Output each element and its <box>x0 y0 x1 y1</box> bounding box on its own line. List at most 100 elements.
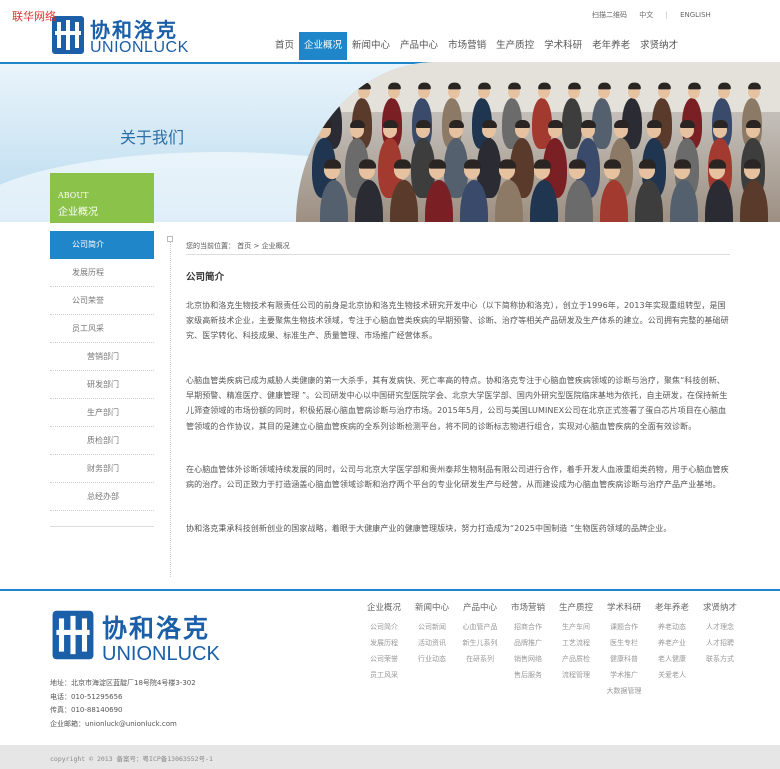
sidebar-item-sales-dept[interactable]: 营销部门 <box>50 343 154 371</box>
footer-link[interactable]: 关爱老人 <box>648 667 696 683</box>
fax-text: 传真：010-88140690 <box>50 706 123 714</box>
footer-link[interactable]: 人才招聘 <box>696 635 744 651</box>
footer-link[interactable]: 活动资讯 <box>408 635 456 651</box>
footer-link[interactable]: 养老动态 <box>648 619 696 635</box>
footer-link[interactable]: 流程管理 <box>552 667 600 683</box>
sidebar-item-gm-office[interactable]: 总经办部 <box>50 483 154 511</box>
photo-hair <box>498 159 516 169</box>
address-text: 地址：北京市海淀区蓝靛厂18号院4号楼3-302 <box>50 679 196 687</box>
qr-code-link[interactable]: 扫描二维码 <box>592 11 627 19</box>
photo-hair <box>657 82 671 90</box>
sidebar-item-finance-dept[interactable]: 财务部门 <box>50 455 154 483</box>
footer-column-title[interactable]: 求贤纳才 <box>696 601 744 613</box>
watermark: 联华网络 <box>12 10 56 23</box>
nav-item-news[interactable]: 新闻中心 <box>347 32 395 60</box>
footer-column-title[interactable]: 学术科研 <box>600 601 648 613</box>
footer-column-title[interactable]: 企业概况 <box>360 601 408 613</box>
nav-item-home[interactable]: 首页 <box>270 32 299 60</box>
footer-column-title[interactable]: 市场营销 <box>504 601 552 613</box>
footer-link[interactable]: 公司荣誉 <box>360 651 408 667</box>
divider-marker <box>167 236 173 242</box>
breadcrumb-current[interactable]: 企业概况 <box>262 242 290 250</box>
photo-hair <box>382 120 398 128</box>
footer-column-title[interactable]: 生产质控 <box>552 601 600 613</box>
breadcrumb: 您的当前位置： 首页 > 企业概况 <box>186 241 290 251</box>
footer-link[interactable]: 行业动态 <box>408 651 456 667</box>
nav-item-products[interactable]: 产品中心 <box>395 32 443 60</box>
breadcrumb-home[interactable]: 首页 <box>237 242 251 250</box>
footer-link[interactable]: 在研系列 <box>456 651 504 667</box>
sidebar-item-intro[interactable]: 公司简介 <box>50 231 154 259</box>
footer-link-columns: 企业概况 公司简介 发展历程 公司荣誉 员工风采 新闻中心 公司新闻 活动资讯 行业动态 产品中心… <box>360 601 744 699</box>
footer-logo[interactable]: 协和洛克 UNIONLUCK <box>50 603 230 667</box>
nav-item-overview[interactable]: 企业概况 <box>299 32 348 60</box>
footer-link[interactable]: 招商合作 <box>504 619 552 635</box>
footer-link[interactable]: 健康科普 <box>600 651 648 667</box>
footer-link[interactable]: 工艺流程 <box>552 635 600 651</box>
footer-link[interactable]: 销售网络 <box>504 651 552 667</box>
nav-item-marketing[interactable]: 市场营销 <box>443 32 491 60</box>
nav-item-careers[interactable]: 求贤纳才 <box>635 32 683 60</box>
footer-link[interactable]: 心血管产品 <box>456 619 504 635</box>
copyright-bar: copyright © 2013 备案号：粤ICP备13063552号-1 <box>0 745 780 769</box>
photo-hair <box>477 82 491 90</box>
footer-link[interactable]: 大数据管理 <box>600 683 648 699</box>
footer-link[interactable]: 品牌推广 <box>504 635 552 651</box>
footer-link[interactable]: 老人健康 <box>648 651 696 667</box>
footer-link[interactable]: 新生儿系列 <box>456 635 504 651</box>
footer-link[interactable]: 学术推广 <box>600 667 648 683</box>
footer-link[interactable]: 售后服务 <box>504 667 552 683</box>
footer-link[interactable]: 产品质检 <box>552 651 600 667</box>
about-box: ABOUT 企业概况 <box>50 173 154 223</box>
photo-hair <box>708 159 726 169</box>
footer-link[interactable]: 课题合作 <box>600 619 648 635</box>
banner-title: 关于我们 <box>120 128 185 147</box>
nav-item-elderly[interactable]: 老年养老 <box>587 32 635 60</box>
footer-logo-en: UNIONLUCK <box>102 643 220 665</box>
footer-link[interactable]: 发展历程 <box>360 635 408 651</box>
photo-hair <box>747 82 761 90</box>
photo-hair <box>537 82 551 90</box>
footer-column-title[interactable]: 新闻中心 <box>408 601 456 613</box>
footer-column-title[interactable]: 老年养老 <box>648 601 696 613</box>
photo-hair <box>463 159 481 169</box>
footer-link[interactable]: 公司简介 <box>360 619 408 635</box>
sidebar-item-history[interactable]: 发展历程 <box>50 259 154 287</box>
breadcrumb-prefix: 您的当前位置： <box>186 242 235 250</box>
footer-link[interactable]: 医生专栏 <box>600 635 648 651</box>
photo-hair <box>597 82 611 90</box>
content-paragraph: 协和洛克秉承科技创新创业的国家战略，着眼于大健康产业的健康管理版块，努力打造成为… <box>186 524 672 533</box>
sidebar-item-rd-dept[interactable]: 研发部门 <box>50 371 154 399</box>
footer-column: 市场营销招商合作 品牌推广 销售网络 售后服务 <box>504 601 552 699</box>
footer-link[interactable]: 人才理念 <box>696 619 744 635</box>
sidebar-item-qc-dept[interactable]: 质检部门 <box>50 427 154 455</box>
footer-link[interactable]: 联系方式 <box>696 651 744 667</box>
photo-hair <box>638 159 656 169</box>
footer-link[interactable]: 养老产业 <box>648 635 696 651</box>
header: 协和洛克 UNIONLUCK 扫描二维码 中文 | ENGLISH 首页 企业概… <box>0 0 780 62</box>
logo[interactable]: 协和洛克 UNIONLUCK <box>50 12 190 60</box>
footer-column: 产品中心心血管产品 新生儿系列 在研系列 <box>456 601 504 699</box>
footer-column-title[interactable]: 产品中心 <box>456 601 504 613</box>
photo-hair <box>357 82 371 90</box>
footer-column: 学术科研课题合作 医生专栏 健康科普 学术推广 大数据管理 <box>600 601 648 699</box>
photo-hair <box>547 120 563 128</box>
footer-link[interactable]: 员工风采 <box>360 667 408 683</box>
photo-hair <box>687 82 701 90</box>
nav-item-research[interactable]: 学术科研 <box>539 32 587 60</box>
lang-cn-link[interactable]: 中文 <box>639 11 653 19</box>
main-nav: 首页 企业概况 新闻中心 产品中心 市场营销 生产质控 学术科研 老年养老 求贤… <box>270 32 683 60</box>
footer-link[interactable]: 生产车间 <box>552 619 600 635</box>
top-links: 扫描二维码 中文 | ENGLISH <box>592 10 721 20</box>
photo-hair <box>481 120 497 128</box>
sidebar-bottom <box>50 511 154 527</box>
contact-info: 地址：北京市海淀区蓝靛厂18号院4号楼3-302 电话：010-51295656… <box>50 677 196 731</box>
sidebar-item-production-dept[interactable]: 生产部门 <box>50 399 154 427</box>
nav-item-production[interactable]: 生产质控 <box>491 32 539 60</box>
photo-hair <box>568 159 586 169</box>
photo-hair <box>327 82 341 90</box>
lang-en-link[interactable]: ENGLISH <box>680 11 711 19</box>
sidebar-item-staff[interactable]: 员工风采 <box>50 315 154 343</box>
footer-link[interactable]: 公司新闻 <box>408 619 456 635</box>
sidebar-item-honors[interactable]: 公司荣誉 <box>50 287 154 315</box>
